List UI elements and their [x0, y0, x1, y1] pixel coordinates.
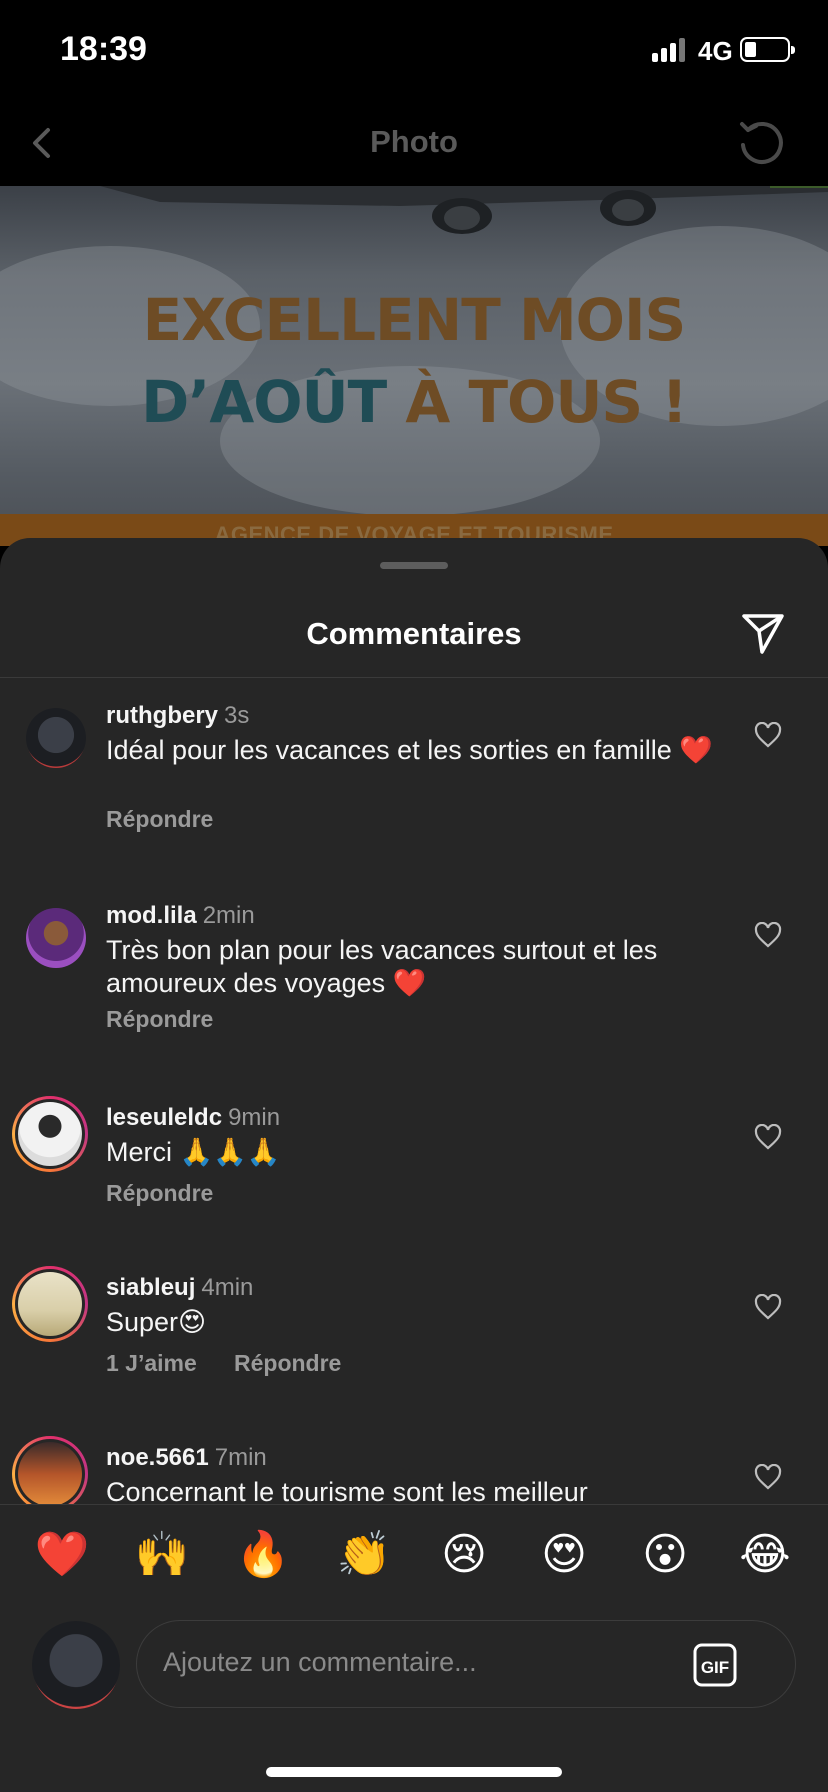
story-ring[interactable] [12, 1266, 88, 1342]
comment-time: 2min [202, 902, 255, 929]
comment-username[interactable]: noe.5661 [106, 1444, 209, 1471]
avatar[interactable] [18, 1442, 82, 1504]
comment-username[interactable]: mod.lila [106, 902, 197, 929]
emoji-laugh-button[interactable]: 😂 [735, 1525, 795, 1585]
current-user-avatar [32, 1621, 120, 1709]
avatar[interactable] [18, 1102, 82, 1166]
comment-time: 9min [228, 1104, 281, 1131]
sheet-title: Commentaires [306, 616, 522, 651]
svg-text:GIF: GIF [701, 1658, 729, 1677]
story-ring[interactable] [12, 1436, 88, 1504]
comment-username[interactable]: leseuleldc [106, 1104, 222, 1131]
status-bar: 18:39 4G [0, 0, 828, 100]
refresh-icon[interactable] [734, 116, 788, 170]
emoji-fire-button[interactable]: 🔥 [233, 1525, 293, 1585]
share-icon[interactable] [740, 610, 786, 656]
comment-text: Merci 🙏🙏🙏 [106, 1137, 281, 1167]
heart-icon[interactable] [754, 1294, 782, 1320]
network-type: 4G [698, 36, 733, 66]
photo-headline-line2: D’AOÛT À TOUS ! [141, 368, 688, 436]
reply-button[interactable]: Répondre [106, 1006, 213, 1033]
comment-time: 7min [214, 1444, 267, 1471]
comment-time: 4min [201, 1274, 254, 1301]
heart-icon[interactable] [754, 922, 782, 948]
reply-button[interactable]: Répondre [106, 806, 213, 833]
signal-icon [652, 38, 688, 62]
emoji-heart-button[interactable]: ❤️ [32, 1525, 92, 1585]
avatar[interactable] [26, 708, 86, 768]
home-indicator[interactable] [266, 1767, 562, 1777]
emoji-surprised-button[interactable]: 😮 [635, 1525, 695, 1585]
post-photo[interactable]: EXCELLENT MOIS D’AOÛT À TOUS ! AGENCE DE… [0, 186, 828, 546]
comment-time: 3s [224, 702, 250, 729]
airplane-image [100, 186, 828, 234]
heart-icon[interactable] [754, 1464, 782, 1490]
emoji-raised-hands-button[interactable]: 🙌 [132, 1525, 192, 1585]
page-title: Photo [370, 124, 458, 159]
reply-button[interactable]: Répondre [106, 1180, 213, 1207]
comment-text: Super😍 [106, 1307, 207, 1337]
emoji-clap-button[interactable]: 👏 [334, 1525, 394, 1585]
avatar[interactable] [18, 1272, 82, 1336]
comment-text: Idéal pour les vacances et les sorties e… [106, 735, 713, 765]
comment-input[interactable]: Ajoutez un commentaire... GIF [136, 1620, 796, 1708]
heart-icon[interactable] [754, 1124, 782, 1150]
battery-icon [740, 37, 795, 62]
comment-username[interactable]: siableuj [106, 1274, 195, 1301]
avatar[interactable] [26, 908, 86, 968]
emoji-reaction-bar: ❤️ 🙌 🔥 👏 😢 😍 😮 😂 [0, 1504, 828, 1614]
status-time: 18:39 [60, 30, 147, 68]
comment-text: Concernant le tourisme sont les meilleur [106, 1477, 588, 1504]
nav-bar: Photo [0, 100, 828, 186]
comments-sheet: Commentaires ruthgbery 3s Idéal pour les … [0, 538, 828, 1792]
emoji-heart-eyes-button[interactable]: 😍 [534, 1525, 594, 1585]
sheet-grabber[interactable] [380, 562, 448, 569]
comment-input-placeholder: Ajoutez un commentaire... [163, 1647, 477, 1677]
comment-list: ruthgbery 3s Idéal pour les vacances et l… [0, 678, 828, 1504]
comment-username[interactable]: ruthgbery [106, 702, 218, 729]
gif-icon[interactable]: GIF [693, 1643, 737, 1687]
story-ring[interactable] [12, 1096, 88, 1172]
comment-text: Très bon plan pour les vacances surtout … [106, 935, 658, 998]
heart-icon[interactable] [754, 722, 782, 748]
photo-headline-line1: EXCELLENT MOIS [142, 286, 687, 354]
likes-count[interactable]: 1 J’aime [106, 1350, 197, 1377]
emoji-cry-button[interactable]: 😢 [434, 1525, 494, 1585]
reply-button[interactable]: Répondre [234, 1350, 341, 1377]
